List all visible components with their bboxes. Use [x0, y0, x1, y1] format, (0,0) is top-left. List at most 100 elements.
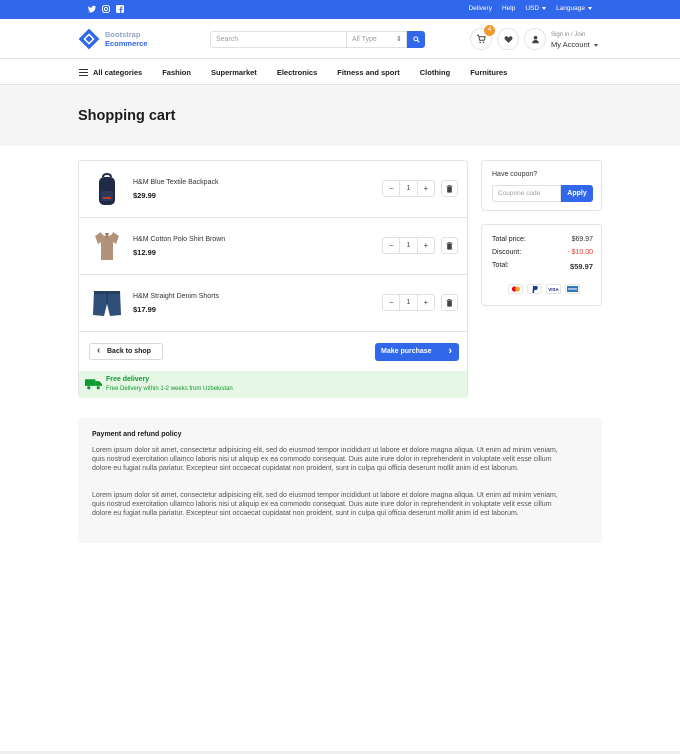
quantity-value[interactable]: 1: [399, 295, 418, 310]
logo-line-2: Ecommerce: [105, 39, 148, 48]
total-row: Total: $59.97: [492, 262, 593, 271]
search-button[interactable]: [407, 31, 425, 48]
increase-button[interactable]: +: [418, 181, 434, 196]
cart-item: H&M Blue Textile Backpack $29.99 − 1 +: [79, 161, 467, 218]
mastercard-icon: [508, 284, 523, 294]
policy-paragraph: Lorem ipsum dolor sit amet, consectetur …: [92, 492, 558, 517]
quantity-value[interactable]: 1: [399, 181, 418, 196]
discount-label: Discount:: [492, 249, 522, 256]
cart-item: H&M Straight Denim Shorts $17.99 − 1 +: [79, 275, 467, 332]
quantity-value[interactable]: 1: [399, 238, 418, 253]
logo[interactable]: Bootstrap Ecommerce: [78, 28, 148, 50]
coupon-input[interactable]: Coupone code: [492, 185, 561, 202]
category-nav: All categories Fashion Supermarket Elect…: [0, 60, 680, 85]
main-header: Bootstrap Ecommerce Search All Type 4 Si…: [0, 19, 680, 59]
increase-button[interactable]: +: [418, 238, 434, 253]
trash-icon: [446, 184, 453, 193]
policy-title: Payment and refund policy: [92, 431, 182, 438]
discount-row: Discount: - $10.00: [492, 249, 593, 256]
item-price: $12.99: [133, 248, 156, 257]
instagram-icon[interactable]: [102, 5, 110, 13]
cart-button[interactable]: 4: [470, 25, 495, 50]
nav-electronics[interactable]: Electronics: [277, 68, 317, 77]
search-icon: [412, 36, 420, 43]
help-link[interactable]: Help: [502, 5, 515, 12]
menu-icon: [79, 69, 88, 76]
social-links: [88, 5, 124, 13]
user-icon: [531, 35, 539, 43]
logo-text: Bootstrap Ecommerce: [105, 30, 148, 48]
decrease-button[interactable]: −: [383, 295, 399, 310]
search-input[interactable]: Search: [210, 31, 346, 48]
heart-icon: [504, 35, 512, 43]
account-menu[interactable]: Sign in / Join My Account: [551, 30, 598, 50]
type-select[interactable]: All Type: [346, 31, 407, 48]
total-value: $59.97: [570, 262, 593, 271]
facebook-icon[interactable]: [116, 5, 124, 13]
trash-icon: [446, 241, 453, 250]
top-nav: Delivery Help USD Language: [468, 5, 592, 12]
polo-shirt-image: [95, 232, 119, 260]
quantity-stepper: − 1 +: [382, 180, 435, 197]
currency-dropdown[interactable]: USD: [525, 5, 546, 12]
cart-item: H&M Cotton Polo Shirt Brown $12.99 − 1 +: [79, 218, 467, 275]
logo-line-1: Bootstrap: [105, 30, 141, 39]
increase-button[interactable]: +: [418, 295, 434, 310]
item-price: $29.99: [133, 191, 156, 200]
search-bar: Search All Type: [210, 31, 425, 48]
decrease-button[interactable]: −: [383, 238, 399, 253]
language-dropdown[interactable]: Language: [556, 5, 592, 12]
nav-fashion[interactable]: Fashion: [162, 68, 191, 77]
nav-all-categories[interactable]: All categories: [79, 68, 142, 77]
top-bar: Delivery Help USD Language: [0, 0, 680, 19]
page-header: Shopping cart: [0, 85, 680, 146]
cart-icon: [476, 34, 486, 44]
item-name[interactable]: H&M Blue Textile Backpack: [133, 179, 218, 186]
order-summary: Total price: $69.97 Discount: - $10.00 T…: [481, 224, 602, 306]
cart-panel: H&M Blue Textile Backpack $29.99 − 1 + H…: [78, 160, 468, 398]
make-purchase-button[interactable]: Make purchase: [375, 343, 459, 361]
nav-clothing[interactable]: Clothing: [420, 68, 450, 77]
quantity-stepper: − 1 +: [382, 237, 435, 254]
twitter-icon[interactable]: [88, 5, 96, 13]
delivery-link[interactable]: Delivery: [468, 5, 491, 12]
remove-button[interactable]: [441, 237, 458, 254]
logo-mark-icon: [78, 28, 100, 50]
amex-icon: [565, 284, 580, 294]
refund-policy: Payment and refund policy Lorem ipsum do…: [78, 418, 602, 543]
cart-count-badge: 4: [484, 25, 495, 36]
nav-furnitures[interactable]: Furnitures: [470, 68, 507, 77]
apply-coupon-button[interactable]: Apply: [561, 185, 593, 202]
item-price: $17.99: [133, 305, 156, 314]
coupon-label: Have coupon?: [492, 171, 538, 178]
remove-button[interactable]: [441, 180, 458, 197]
total-label: Total:: [492, 262, 509, 269]
wishlist-button[interactable]: [497, 28, 519, 50]
total-price-value: $69.97: [571, 236, 593, 243]
item-name[interactable]: H&M Straight Denim Shorts: [133, 293, 219, 300]
quantity-stepper: − 1 +: [382, 294, 435, 311]
decrease-button[interactable]: −: [383, 181, 399, 196]
paypal-icon: [527, 284, 542, 294]
discount-value: - $10.00: [567, 249, 593, 256]
free-delivery-notice: Free delivery Free Delivery within 1-2 w…: [79, 371, 467, 398]
nav-supermarket[interactable]: Supermarket: [211, 68, 257, 77]
coupon-panel: Have coupon? Coupone code Apply: [481, 160, 602, 211]
total-price-label: Total price:: [492, 236, 526, 243]
payment-methods: VISA: [508, 284, 580, 294]
my-account-text: My Account: [551, 40, 598, 50]
trash-icon: [446, 298, 453, 307]
truck-icon: [85, 379, 102, 390]
backpack-image: [99, 173, 115, 205]
denim-shorts-image: [93, 291, 121, 316]
delivery-title: Free delivery: [106, 376, 150, 383]
remove-button[interactable]: [441, 294, 458, 311]
page-title: Shopping cart: [78, 108, 176, 124]
policy-paragraph: Lorem ipsum dolor sit amet, consectetur …: [92, 447, 558, 472]
nav-fitness[interactable]: Fitness and sport: [337, 68, 400, 77]
total-price-row: Total price: $69.97: [492, 236, 593, 243]
back-to-shop-button[interactable]: Back to shop: [89, 343, 163, 360]
delivery-text: Free Delivery within 1-2 weeks from Uzbe…: [106, 386, 233, 392]
item-name[interactable]: H&M Cotton Polo Shirt Brown: [133, 236, 225, 243]
account-button[interactable]: [524, 28, 546, 50]
